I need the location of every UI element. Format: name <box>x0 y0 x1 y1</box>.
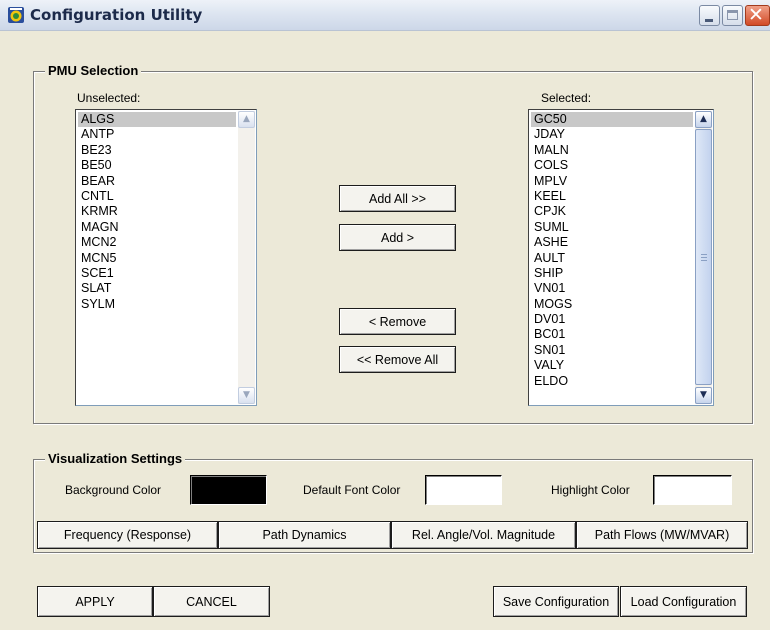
default-font-color-swatch[interactable] <box>425 475 502 505</box>
list-item[interactable]: BEAR <box>78 174 236 189</box>
load-configuration-button[interactable]: Load Configuration <box>620 586 747 617</box>
maximize-icon <box>727 10 738 20</box>
list-item[interactable]: ASHE <box>531 235 693 250</box>
list-item[interactable]: ANTP <box>78 127 236 142</box>
frequency-response-button[interactable]: Frequency (Response) <box>37 521 218 549</box>
apply-button[interactable]: APPLY <box>37 586 153 617</box>
list-item[interactable]: MAGN <box>78 220 236 235</box>
list-item[interactable]: ALGS <box>78 112 236 128</box>
list-item[interactable]: SCE1 <box>78 266 236 281</box>
unselected-list[interactable]: ALGS ANTP BE23 BE50 BEAR CNTL KRMR MAGN MCN2 MCN5… <box>75 109 257 406</box>
list-item[interactable]: SUML <box>531 220 693 235</box>
app-icon <box>8 7 24 23</box>
visualization-settings-legend: Visualization Settings <box>45 451 186 466</box>
cancel-button[interactable]: CANCEL <box>153 586 270 617</box>
configuration-utility-window: Configuration Utility ✕ PMU Selection Un… <box>0 0 770 630</box>
selected-label: Selected: <box>541 91 592 105</box>
list-item[interactable]: BC01 <box>531 327 693 342</box>
title-bar[interactable]: Configuration Utility ✕ <box>0 0 770 31</box>
default-font-color-label: Default Font Color <box>303 483 401 497</box>
list-item[interactable]: JDAY <box>531 127 693 142</box>
list-item[interactable]: MALN <box>531 143 693 158</box>
list-item[interactable]: BE23 <box>78 143 236 158</box>
list-item[interactable]: SHIP <box>531 266 693 281</box>
list-item[interactable]: CPJK <box>531 204 693 219</box>
list-item[interactable]: KRMR <box>78 204 236 219</box>
list-item[interactable]: MCN5 <box>78 251 236 266</box>
highlight-color-label: Highlight Color <box>551 483 630 497</box>
list-item[interactable]: MOGS <box>531 297 693 312</box>
remove-button[interactable]: < Remove <box>339 308 456 335</box>
highlight-color-swatch[interactable] <box>653 475 732 505</box>
list-item[interactable]: COLS <box>531 158 693 173</box>
selected-scrollbar[interactable]: ▲ ▼ <box>695 111 712 404</box>
scroll-down-arrow-icon[interactable]: ▼ <box>238 387 255 404</box>
scroll-up-arrow-icon[interactable]: ▲ <box>695 111 712 128</box>
remove-all-button[interactable]: << Remove All <box>339 346 456 373</box>
list-item[interactable]: MPLV <box>531 174 693 189</box>
list-item[interactable]: SLAT <box>78 281 236 296</box>
window-title: Configuration Utility <box>30 6 203 24</box>
list-item[interactable]: SYLM <box>78 297 236 312</box>
unselected-label: Unselected: <box>77 91 141 105</box>
add-button[interactable]: Add > <box>339 224 456 251</box>
list-item[interactable]: VN01 <box>531 281 693 296</box>
minimize-icon <box>705 19 713 22</box>
list-item[interactable]: CNTL <box>78 189 236 204</box>
close-button[interactable]: ✕ <box>745 4 770 26</box>
minimize-button[interactable] <box>699 5 720 26</box>
unselected-items: ALGS ANTP BE23 BE50 BEAR CNTL KRMR MAGN MCN2 MCN5… <box>78 112 236 312</box>
list-item[interactable]: SN01 <box>531 343 693 358</box>
path-dynamics-button[interactable]: Path Dynamics <box>218 521 391 549</box>
unselected-scrollbar[interactable]: ▲ ▼ <box>238 111 255 404</box>
background-color-label: Background Color <box>65 483 162 497</box>
scroll-down-arrow-icon[interactable]: ▼ <box>695 387 712 404</box>
selected-items: GC50 JDAY MALN COLS MPLV KEEL CPJK SUML ASHE AULT… <box>531 112 693 389</box>
thumb-grip-icon <box>701 254 707 255</box>
list-item[interactable]: AULT <box>531 251 693 266</box>
list-item[interactable]: GC50 <box>531 112 693 128</box>
list-item[interactable]: BE50 <box>78 158 236 173</box>
list-item[interactable]: DV01 <box>531 312 693 327</box>
selected-list[interactable]: GC50 JDAY MALN COLS MPLV KEEL CPJK SUML ASHE AULT… <box>528 109 714 406</box>
scrollbar-thumb[interactable] <box>695 129 712 385</box>
path-flows-button[interactable]: Path Flows (MW/MVAR) <box>576 521 748 549</box>
background-color-swatch[interactable] <box>190 475 267 505</box>
maximize-button[interactable] <box>722 5 743 26</box>
thumb-grip-icon <box>701 260 707 261</box>
pmu-selection-legend: PMU Selection <box>45 63 142 78</box>
rel-angle-vol-magnitude-button[interactable]: Rel. Angle/Vol. Magnitude <box>391 521 576 549</box>
thumb-grip-icon <box>701 257 707 258</box>
list-item[interactable]: MCN2 <box>78 235 236 250</box>
save-configuration-button[interactable]: Save Configuration <box>493 586 619 617</box>
scroll-up-arrow-icon[interactable]: ▲ <box>238 111 255 128</box>
close-icon: ✕ <box>748 4 764 26</box>
list-item[interactable]: VALY <box>531 358 693 373</box>
add-all-button[interactable]: Add All >> <box>339 185 456 212</box>
list-item[interactable]: KEEL <box>531 189 693 204</box>
list-item[interactable]: ELDO <box>531 374 693 389</box>
